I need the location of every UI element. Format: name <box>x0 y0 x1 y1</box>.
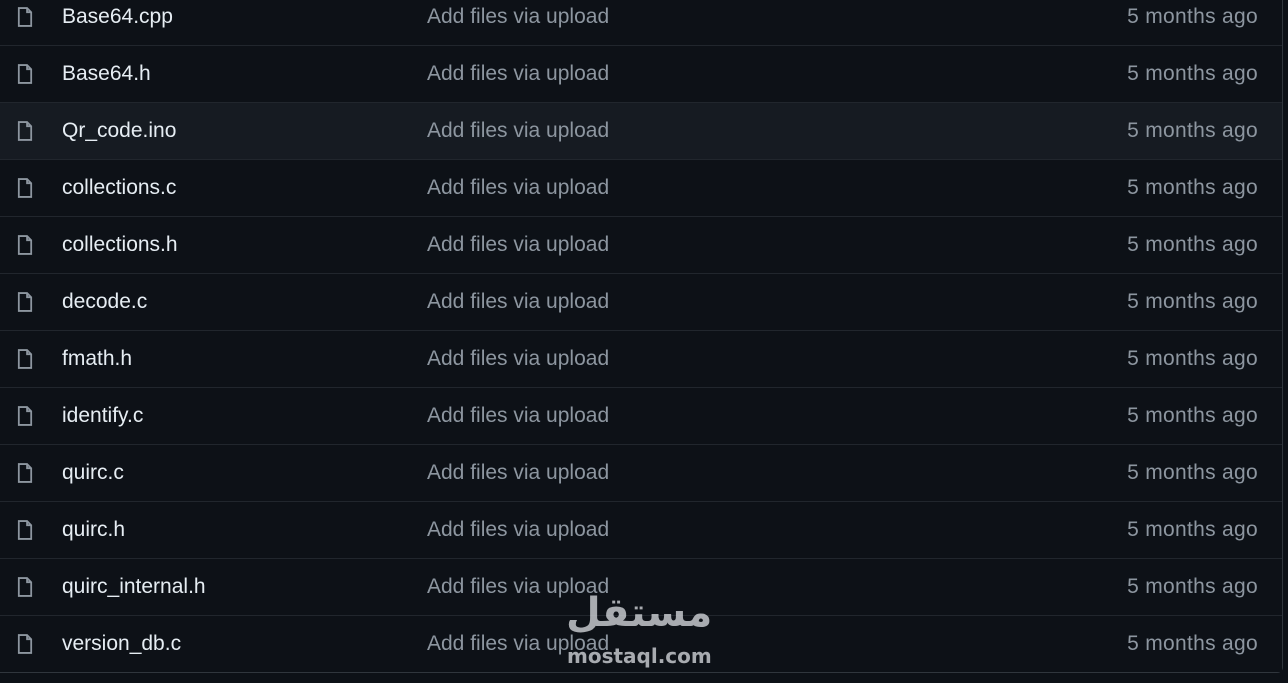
file-icon <box>14 62 36 86</box>
commit-message-link[interactable]: Add files via upload <box>427 518 609 542</box>
commit-message-link[interactable]: Add files via upload <box>427 404 609 428</box>
file-name-link[interactable]: decode.c <box>62 290 147 314</box>
commit-message-link[interactable]: Add files via upload <box>427 347 609 371</box>
commit-message-link[interactable]: Add files via upload <box>427 290 609 314</box>
commit-message-link[interactable]: Add files via upload <box>427 5 609 29</box>
commit-age: 5 months ago <box>1127 290 1258 313</box>
file-icon <box>14 632 36 656</box>
file-icon <box>14 119 36 143</box>
file-icon <box>14 233 36 257</box>
file-name-link[interactable]: quirc.c <box>62 461 124 485</box>
file-name-link[interactable]: identify.c <box>62 404 143 428</box>
file-row[interactable]: decode.c Add files via upload 5 months a… <box>0 273 1282 330</box>
file-icon <box>14 5 36 29</box>
commit-age: 5 months ago <box>1127 62 1258 85</box>
file-list: Base64.cpp Add files via upload 5 months… <box>0 0 1283 673</box>
commit-age: 5 months ago <box>1127 518 1258 541</box>
file-row[interactable]: fmath.h Add files via upload 5 months ag… <box>0 330 1282 387</box>
file-name-link[interactable]: fmath.h <box>62 347 132 371</box>
file-row[interactable]: collections.c Add files via upload 5 mon… <box>0 159 1282 216</box>
file-name-link[interactable]: quirc_internal.h <box>62 575 206 599</box>
file-icon <box>14 290 36 314</box>
commit-message-link[interactable]: Add files via upload <box>427 632 609 656</box>
file-icon <box>14 347 36 371</box>
commit-message-link[interactable]: Add files via upload <box>427 461 609 485</box>
commit-age: 5 months ago <box>1127 4 1258 28</box>
file-name-link[interactable]: collections.h <box>62 233 178 257</box>
file-name-link[interactable]: Base64.cpp <box>62 5 173 29</box>
commit-age: 5 months ago <box>1127 176 1258 199</box>
file-name-link[interactable]: Qr_code.ino <box>62 119 176 143</box>
file-icon <box>14 518 36 542</box>
file-name-link[interactable]: Base64.h <box>62 62 151 86</box>
commit-message-link[interactable]: Add files via upload <box>427 233 609 257</box>
file-name-link[interactable]: quirc.h <box>62 518 125 542</box>
commit-message-link[interactable]: Add files via upload <box>427 575 609 599</box>
file-row[interactable]: quirc.h Add files via upload 5 months ag… <box>0 501 1282 558</box>
file-row[interactable]: identify.c Add files via upload 5 months… <box>0 387 1282 444</box>
commit-age: 5 months ago <box>1127 404 1258 427</box>
commit-message-link[interactable]: Add files via upload <box>427 176 609 200</box>
commit-message-link[interactable]: Add files via upload <box>427 119 609 143</box>
file-row[interactable]: version_db.c Add files via upload 5 mont… <box>0 615 1282 672</box>
file-row[interactable]: quirc_internal.h Add files via upload 5 … <box>0 558 1282 615</box>
file-row[interactable]: Base64.h Add files via upload 5 months a… <box>0 45 1282 102</box>
file-icon <box>14 461 36 485</box>
commit-age: 5 months ago <box>1127 347 1258 370</box>
file-row[interactable]: quirc.c Add files via upload 5 months ag… <box>0 444 1282 501</box>
file-icon <box>14 404 36 428</box>
commit-age: 5 months ago <box>1127 233 1258 256</box>
file-icon <box>14 575 36 599</box>
file-name-link[interactable]: collections.c <box>62 176 176 200</box>
file-name-link[interactable]: version_db.c <box>62 632 181 656</box>
file-icon <box>14 176 36 200</box>
commit-age: 5 months ago <box>1127 119 1258 142</box>
file-row[interactable]: Qr_code.ino Add files via upload 5 month… <box>0 102 1282 159</box>
file-row[interactable]: collections.h Add files via upload 5 mon… <box>0 216 1282 273</box>
commit-age: 5 months ago <box>1127 575 1258 598</box>
commit-age: 5 months ago <box>1127 632 1258 655</box>
commit-message-link[interactable]: Add files via upload <box>427 62 609 86</box>
commit-age: 5 months ago <box>1127 461 1258 484</box>
file-row[interactable]: Base64.cpp Add files via upload 5 months… <box>0 0 1282 45</box>
